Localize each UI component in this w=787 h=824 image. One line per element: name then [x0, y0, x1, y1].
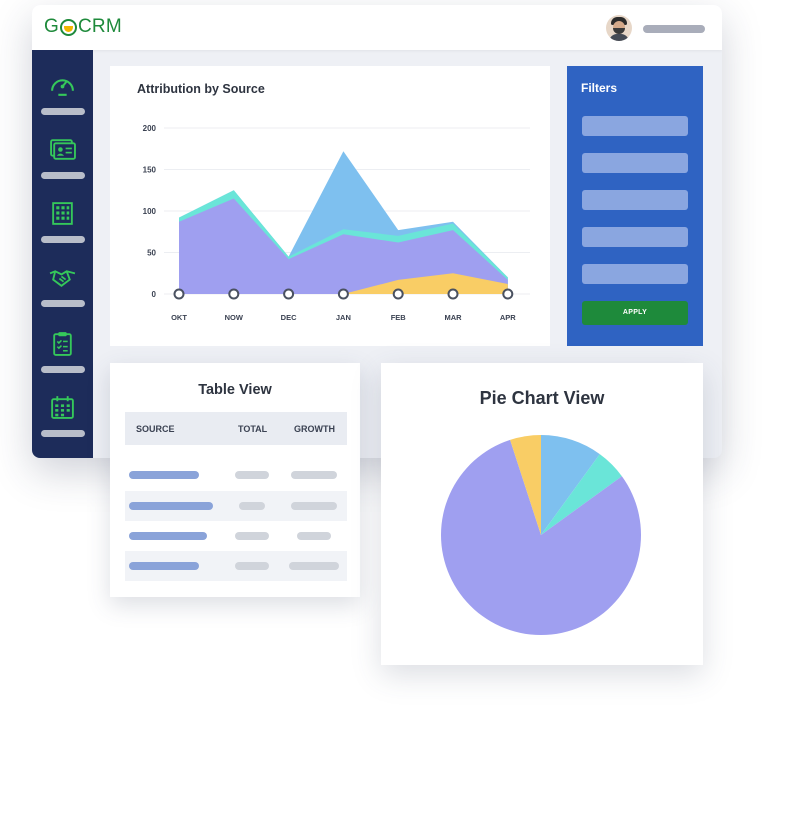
- y-tick-label: 50: [147, 249, 156, 258]
- filter-field-4[interactable]: [582, 227, 688, 247]
- building-icon: [52, 202, 73, 225]
- filter-field-2[interactable]: [582, 153, 688, 173]
- handshake-icon: [49, 270, 76, 287]
- data-point-marker[interactable]: [173, 288, 185, 300]
- gocrm-logo[interactable]: G CRM: [44, 16, 122, 38]
- x-tick-label: JAN: [336, 313, 351, 322]
- contact-card-icon: [50, 139, 76, 160]
- table-row[interactable]: [125, 460, 347, 490]
- apply-button[interactable]: APPLY: [582, 301, 688, 325]
- pie-chart: [441, 435, 641, 635]
- x-tick-label: DEC: [281, 313, 297, 322]
- table-view-card: Table View SOURCE TOTAL GROWTH: [110, 363, 360, 597]
- top-bar: G CRM: [32, 5, 722, 50]
- sidebar-item-contacts[interactable]: [32, 136, 93, 192]
- filter-field-1[interactable]: [582, 116, 688, 136]
- sidebar-item-tasks[interactable]: [32, 330, 93, 386]
- sidebar-item-companies[interactable]: [32, 200, 93, 256]
- data-point-marker[interactable]: [283, 288, 295, 300]
- cell-total: [235, 562, 269, 570]
- attribution-chart-card: Attribution by Source 0 50 100 150 200 OKT NOW…: [110, 66, 550, 346]
- data-point-marker[interactable]: [392, 288, 404, 300]
- table-row[interactable]: [125, 551, 347, 581]
- user-avatar[interactable]: [606, 15, 632, 41]
- table-header: SOURCE TOTAL GROWTH: [125, 412, 347, 445]
- data-point-marker[interactable]: [228, 288, 240, 300]
- y-tick-label: 200: [143, 124, 157, 133]
- cell-total: [235, 532, 269, 540]
- sidebar-item-label: [41, 108, 85, 115]
- cell-growth: [289, 562, 339, 570]
- data-point-marker[interactable]: [447, 288, 459, 300]
- cell-source: [129, 532, 207, 540]
- filters-panel: Filters APPLY: [567, 66, 703, 346]
- table-view-title: Table View: [198, 382, 272, 398]
- attribution-area-chart: 0 50 100 150 200 OKT NOW DEC JAN FEB MAR APR: [143, 124, 530, 322]
- table-row[interactable]: [125, 521, 347, 551]
- sidebar-item-deals[interactable]: [32, 264, 93, 320]
- y-tick-label: 0: [152, 290, 157, 299]
- table-row[interactable]: [125, 491, 347, 521]
- cell-total: [239, 502, 265, 510]
- y-tick-label: 100: [143, 207, 157, 216]
- column-header-source[interactable]: SOURCE: [136, 424, 175, 434]
- sidebar-item-label: [41, 430, 85, 437]
- x-tick-label: APR: [500, 313, 516, 322]
- sidebar-item-label: [41, 236, 85, 243]
- sidebar-item-dashboard[interactable]: [32, 72, 93, 128]
- cell-total: [235, 471, 269, 479]
- cell-source: [129, 562, 199, 570]
- logo-text-crm: CRM: [77, 16, 122, 37]
- filter-field-5[interactable]: [582, 264, 688, 284]
- logo-globe-icon: [59, 18, 77, 36]
- sidebar-item-label: [41, 366, 85, 373]
- x-tick-label: FEB: [391, 313, 407, 322]
- pie-chart-card: Pie Chart View: [381, 363, 703, 665]
- logo-text-g: G: [44, 16, 59, 37]
- data-point-marker[interactable]: [502, 288, 514, 300]
- x-tick-label: OKT: [171, 313, 187, 322]
- column-header-total[interactable]: TOTAL: [238, 424, 267, 434]
- calendar-icon: [51, 396, 74, 419]
- column-header-growth[interactable]: GROWTH: [294, 424, 335, 434]
- filters-title: Filters: [581, 81, 618, 95]
- cell-growth: [291, 502, 337, 510]
- sidebar: [32, 50, 93, 458]
- cell-growth: [297, 532, 331, 540]
- x-tick-label: NOW: [225, 313, 244, 322]
- x-tick-label: MAR: [444, 313, 462, 322]
- speedometer-icon: [51, 79, 74, 96]
- data-point-marker[interactable]: [337, 288, 349, 300]
- sidebar-item-label: [41, 300, 85, 307]
- filter-field-3[interactable]: [582, 190, 688, 210]
- clipboard-checklist-icon: [53, 332, 72, 356]
- sidebar-item-calendar[interactable]: [32, 394, 93, 450]
- cell-source: [129, 502, 213, 510]
- user-name-placeholder[interactable]: [643, 25, 705, 33]
- cell-source: [129, 471, 199, 479]
- y-tick-label: 150: [143, 166, 157, 175]
- sidebar-item-label: [41, 172, 85, 179]
- cell-growth: [291, 471, 337, 479]
